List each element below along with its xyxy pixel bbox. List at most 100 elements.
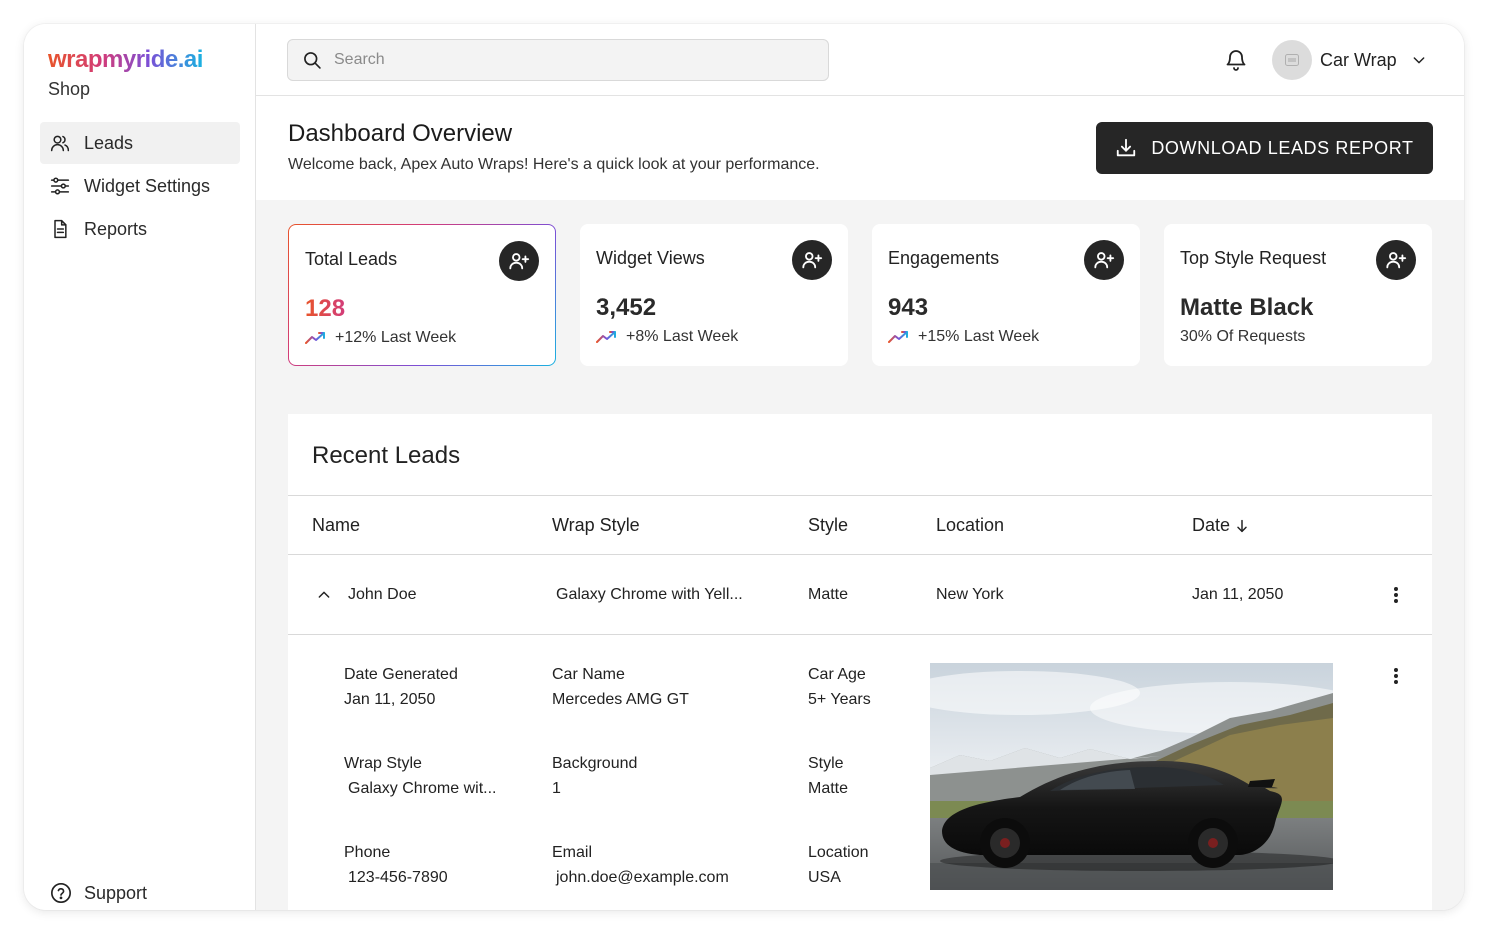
detail-label: Style: [808, 755, 844, 772]
detail-label: Email: [552, 844, 593, 861]
detail-label: Wrap Style: [344, 755, 422, 772]
sidebar-nav: Leads Widget Settings Reports: [40, 122, 240, 251]
recent-leads-panel: Recent Leads Name Wrap Style Style Locat…: [288, 414, 1432, 910]
detail-label: Phone: [344, 844, 391, 861]
stat-trend: +8% Last Week: [596, 328, 738, 346]
add-user-icon: [1084, 240, 1124, 280]
page-title: Dashboard Overview: [288, 120, 513, 147]
detail-style: Matte: [808, 780, 849, 797]
stat-value: 3,452: [596, 294, 657, 321]
stat-value: 943: [888, 294, 929, 321]
top-bar: Car Wrap: [256, 24, 1464, 96]
detail-label: Car Age: [808, 666, 866, 683]
stat-trend-text: +12% Last Week: [335, 329, 457, 346]
table-row[interactable]: John Doe Galaxy Chrome with Yell... Matt…: [288, 555, 1432, 635]
car-wrap-preview-image[interactable]: [930, 663, 1333, 890]
help-icon: [50, 882, 72, 904]
trending-up-icon: [596, 330, 618, 344]
arrow-down-icon: [1234, 518, 1250, 534]
chevron-down-icon[interactable]: [1411, 52, 1427, 68]
detail-car-name: Mercedes AMG GT: [552, 691, 689, 708]
account-name: Car Wrap: [1320, 49, 1397, 70]
sidebar: wrapmyride.ai Shop Leads Widget Settings…: [24, 24, 256, 910]
search-box[interactable]: [287, 39, 829, 81]
brand-logo[interactable]: wrapmyride.ai: [48, 46, 203, 74]
notification-bell-icon[interactable]: [1224, 48, 1248, 72]
stat-value: 128: [305, 295, 346, 322]
stat-card-engagements[interactable]: Engagements 943 +15% Last Week: [872, 224, 1140, 366]
stat-card-total-leads[interactable]: Total Leads 128 +12% Last Week: [288, 224, 556, 366]
stat-title: Engagements: [888, 248, 1000, 268]
download-button-label: DOWNLOAD LEADS REPORT: [1151, 137, 1414, 158]
sidebar-item-label: Reports: [84, 218, 148, 239]
image-placeholder-icon: [1285, 54, 1299, 66]
stat-card-top-style-request[interactable]: Top Style Request Matte Black 30% Of Req…: [1164, 224, 1432, 366]
chevron-up-icon[interactable]: [316, 587, 332, 603]
sliders-icon: [50, 176, 70, 196]
add-user-icon: [1376, 240, 1416, 280]
document-icon: [50, 219, 70, 239]
column-header-name[interactable]: Name: [312, 515, 360, 536]
cell-location: New York: [936, 586, 1004, 603]
detail-label: Background: [552, 755, 638, 772]
detail-wrap-style: Galaxy Chrome wit...: [348, 780, 497, 797]
table-header: Name Wrap Style Style Location Date: [288, 495, 1432, 555]
users-icon: [50, 133, 70, 153]
stat-trend-text: +8% Last Week: [626, 328, 739, 345]
sidebar-item-reports[interactable]: Reports: [40, 208, 240, 250]
trending-up-icon: [888, 330, 910, 344]
lead-detail: Date Generated Jan 11, 2050 Car Name Mer…: [288, 635, 1432, 910]
more-options-icon[interactable]: [1393, 667, 1399, 685]
cell-wrap-style: Galaxy Chrome with Yell...: [556, 586, 743, 603]
detail-label: Car Name: [552, 666, 625, 683]
brand-sub: Shop: [48, 79, 91, 99]
sidebar-item-widget-settings[interactable]: Widget Settings: [40, 165, 240, 207]
app-window: wrapmyride.ai Shop Leads Widget Settings…: [24, 24, 1464, 910]
sidebar-item-leads[interactable]: Leads: [40, 122, 240, 164]
sidebar-item-label: Widget Settings: [84, 175, 211, 196]
detail-location: USA: [808, 869, 841, 886]
cell-date: Jan 11, 2050: [1192, 586, 1284, 603]
stat-trend: 30% Of Requests: [1180, 328, 1305, 346]
page-header: Dashboard Overview Welcome back, Apex Au…: [256, 96, 1464, 200]
search-input[interactable]: [334, 51, 814, 69]
sidebar-item-label: Leads: [84, 132, 134, 153]
detail-phone: 123-456-7890: [348, 869, 448, 886]
column-header-date[interactable]: Date: [1192, 515, 1250, 536]
detail-date-generated: Jan 11, 2050: [344, 691, 436, 708]
stat-title: Widget Views: [596, 248, 705, 268]
detail-car-age: 5+ Years: [808, 691, 871, 708]
trending-up-icon: [305, 331, 327, 345]
stat-trend: +15% Last Week: [888, 328, 1039, 346]
page-subtitle: Welcome back, Apex Auto Wraps! Here's a …: [288, 156, 820, 173]
add-user-icon: [499, 241, 539, 281]
support-link[interactable]: Support: [50, 882, 147, 904]
avatar[interactable]: [1272, 40, 1312, 80]
add-user-icon: [792, 240, 832, 280]
detail-email: john.doe@example.com: [556, 869, 729, 886]
main-content: Total Leads 128 +12% Last Week Widget Vi…: [256, 200, 1464, 910]
stat-card-widget-views[interactable]: Widget Views 3,452 +8% Last Week: [580, 224, 848, 366]
more-options-icon[interactable]: [1393, 586, 1399, 604]
cell-name: John Doe: [348, 586, 417, 603]
cell-style: Matte: [808, 586, 849, 603]
detail-label: Date Generated: [344, 666, 458, 683]
download-icon: [1115, 137, 1137, 159]
column-header-style[interactable]: Style: [808, 515, 848, 536]
detail-label: Location: [808, 844, 869, 861]
stat-value: Matte Black: [1180, 294, 1314, 321]
column-header-date-label: Date: [1192, 515, 1231, 535]
panel-title: Recent Leads: [312, 442, 461, 469]
search-icon: [302, 50, 322, 70]
detail-background: 1: [552, 780, 561, 797]
stat-trend: +12% Last Week: [305, 329, 456, 347]
account-menu[interactable]: Car Wrap: [1272, 40, 1427, 80]
column-header-wrap-style[interactable]: Wrap Style: [552, 515, 640, 536]
column-header-location[interactable]: Location: [936, 515, 1004, 536]
stat-trend-text: +15% Last Week: [918, 328, 1040, 345]
download-leads-report-button[interactable]: DOWNLOAD LEADS REPORT: [1096, 122, 1433, 174]
support-label: Support: [84, 882, 148, 903]
stat-title: Top Style Request: [1180, 248, 1327, 268]
stat-trend-text: 30% Of Requests: [1180, 328, 1306, 345]
stat-title: Total Leads: [305, 249, 398, 269]
